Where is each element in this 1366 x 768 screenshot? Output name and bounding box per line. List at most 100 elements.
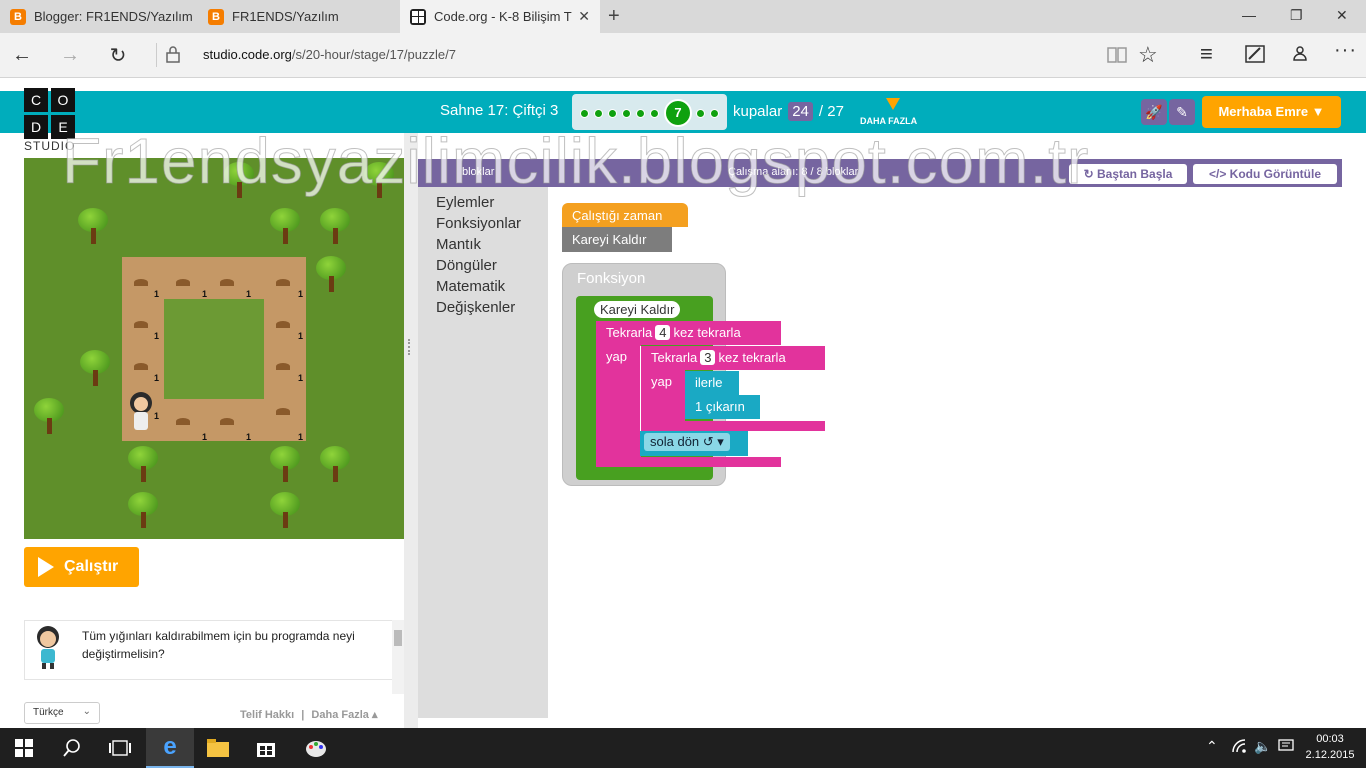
watermark-text: Fr1endsyazilimcilik.blogspot.com.tr: [61, 125, 1090, 198]
file-explorer-icon[interactable]: [194, 728, 242, 768]
pencil-icon[interactable]: ✎: [1169, 99, 1195, 125]
turn-direction-dropdown[interactable]: sola dön ↺ ▾: [644, 433, 730, 451]
paint-icon[interactable]: [292, 728, 340, 768]
share-icon[interactable]: [1290, 44, 1310, 69]
notifications-icon[interactable]: [1278, 739, 1294, 758]
language-select[interactable]: Türkçe ⌄: [24, 702, 100, 724]
favorite-star-icon[interactable]: ☆: [1138, 42, 1158, 68]
logo-letter: C: [24, 88, 48, 112]
remove-one-block[interactable]: 1 çıkarın: [685, 395, 760, 419]
maximize-button[interactable]: ❐: [1290, 7, 1303, 24]
tree: [78, 208, 108, 246]
when-run-block[interactable]: Çalıştığı zaman: [562, 203, 688, 227]
pile-count: 1: [246, 289, 252, 299]
pile-count: 1: [202, 289, 208, 299]
repeat-suffix: kez tekrarla: [718, 350, 786, 365]
category-loops[interactable]: Döngüler: [436, 257, 497, 274]
run-button[interactable]: Çalıştır: [24, 547, 139, 587]
search-icon[interactable]: [48, 728, 96, 768]
pile-count: 1: [154, 373, 160, 383]
move-forward-block[interactable]: ilerle: [685, 371, 739, 395]
pile-count: 1: [154, 331, 160, 341]
call-function-block[interactable]: Kareyi Kaldır: [562, 227, 672, 252]
blogger-icon: B: [10, 8, 26, 25]
cups-total: / 27: [818, 103, 844, 120]
forward-button[interactable]: →: [50, 33, 90, 77]
progress-dot[interactable]: [608, 109, 617, 118]
cups-label: kupalar: [733, 103, 783, 120]
resize-gutter[interactable]: [404, 133, 418, 728]
grass-center: [164, 299, 264, 399]
repeat-outer-arm: yap: [596, 345, 641, 457]
farmer-character: [128, 392, 154, 432]
dirt-pile: [220, 418, 234, 425]
windows-start-icon[interactable]: [0, 728, 48, 768]
pile-count: 1: [154, 289, 160, 299]
repeat-count-field[interactable]: 4: [655, 325, 671, 340]
tab-blogger-dashboard[interactable]: B Blogger: FR1ENDS/Yazılım -: [0, 0, 197, 33]
reading-view-icon[interactable]: [1106, 45, 1128, 70]
hub-icon[interactable]: ≡: [1200, 41, 1213, 67]
tab-title: FR1ENDS/Yazılım: [232, 9, 339, 24]
new-tab-button[interactable]: +: [608, 5, 620, 28]
tree: [270, 208, 300, 246]
stage-title: Sahne 17: Çiftçi 3: [440, 102, 559, 119]
scrollbar-thumb[interactable]: [394, 630, 402, 646]
dirt-pile: [134, 363, 148, 370]
more-actions-icon[interactable]: ···: [1334, 39, 1357, 62]
progress-dot[interactable]: [650, 109, 659, 118]
repeat-count-field[interactable]: 3: [700, 350, 716, 365]
function-name-field[interactable]: Kareyi Kaldır: [594, 301, 681, 318]
task-view-icon[interactable]: [96, 728, 144, 768]
volume-icon[interactable]: 🔈: [1254, 738, 1271, 755]
pile-count: 1: [298, 432, 304, 442]
repeat-inner-block[interactable]: Tekrarla 3 kez tekrarla: [640, 346, 825, 370]
address-bar: ← → ↻ studio.code.org/s/20-hour/stage/17…: [0, 33, 1366, 78]
progress-dot[interactable]: [710, 109, 719, 118]
blogger-icon: B: [208, 8, 224, 25]
turn-left-block[interactable]: sola dön ↺ ▾: [640, 431, 748, 456]
system-clock[interactable]: 00:03 2.12.2015: [1300, 731, 1360, 763]
restart-label: Baştan Başla: [1097, 167, 1173, 181]
tree: [320, 208, 350, 246]
function-header: Fonksiyon: [577, 270, 646, 287]
url-field[interactable]: studio.code.org/s/20-hour/stage/17/puzzl…: [203, 47, 456, 62]
logo-letter: D: [24, 115, 48, 139]
category-math[interactable]: Matematik: [436, 278, 505, 295]
progress-dot[interactable]: [696, 109, 705, 118]
clock-time: 00:03: [1316, 733, 1344, 745]
resize-handle[interactable]: [408, 339, 414, 355]
edge-browser-icon[interactable]: e: [146, 728, 194, 768]
view-code-button[interactable]: </> Kodu Görüntüle: [1193, 164, 1337, 184]
chevron-up-icon[interactable]: ⌃: [1206, 738, 1218, 755]
tree: [320, 446, 350, 484]
user-menu-button[interactable]: Merhaba Emre ▼: [1202, 96, 1341, 128]
wifi-icon[interactable]: [1232, 739, 1248, 758]
web-note-icon[interactable]: [1244, 44, 1266, 69]
pile-count: 1: [246, 432, 252, 442]
progress-dot[interactable]: [636, 109, 645, 118]
repeat-inner-bottom: [640, 421, 825, 431]
refresh-button[interactable]: ↻: [98, 33, 138, 77]
progress-dot[interactable]: [622, 109, 631, 118]
progress-dot[interactable]: [580, 109, 589, 118]
category-logic[interactable]: Mantık: [436, 236, 481, 253]
close-window-button[interactable]: ✕: [1336, 7, 1348, 24]
progress-dot[interactable]: [594, 109, 603, 118]
minimize-button[interactable]: —: [1242, 7, 1256, 23]
store-icon[interactable]: [242, 728, 290, 768]
category-variables[interactable]: Değişkenler: [436, 299, 515, 316]
more-footer-link[interactable]: Daha Fazla ▴: [311, 709, 377, 721]
back-button[interactable]: ←: [2, 33, 42, 77]
current-puzzle-dot[interactable]: 7: [664, 99, 692, 127]
code-icon: </>: [1208, 167, 1230, 181]
category-functions[interactable]: Fonksiyonlar: [436, 215, 521, 232]
repeat-outer-block[interactable]: Tekrarla 4 kez tekrarla: [596, 321, 781, 345]
instructions-scrollbar[interactable]: [392, 620, 404, 694]
tab-codeorg[interactable]: Code.org - K-8 Bilişim T ✕: [400, 0, 600, 33]
copyright-link[interactable]: Telif Hakkı: [240, 709, 294, 721]
tab-blogger-blog[interactable]: B FR1ENDS/Yazılım: [198, 0, 398, 33]
close-tab-icon[interactable]: ✕: [578, 8, 590, 25]
more-arrow-icon[interactable]: [886, 98, 900, 110]
rocket-icon[interactable]: 🚀: [1141, 99, 1167, 125]
